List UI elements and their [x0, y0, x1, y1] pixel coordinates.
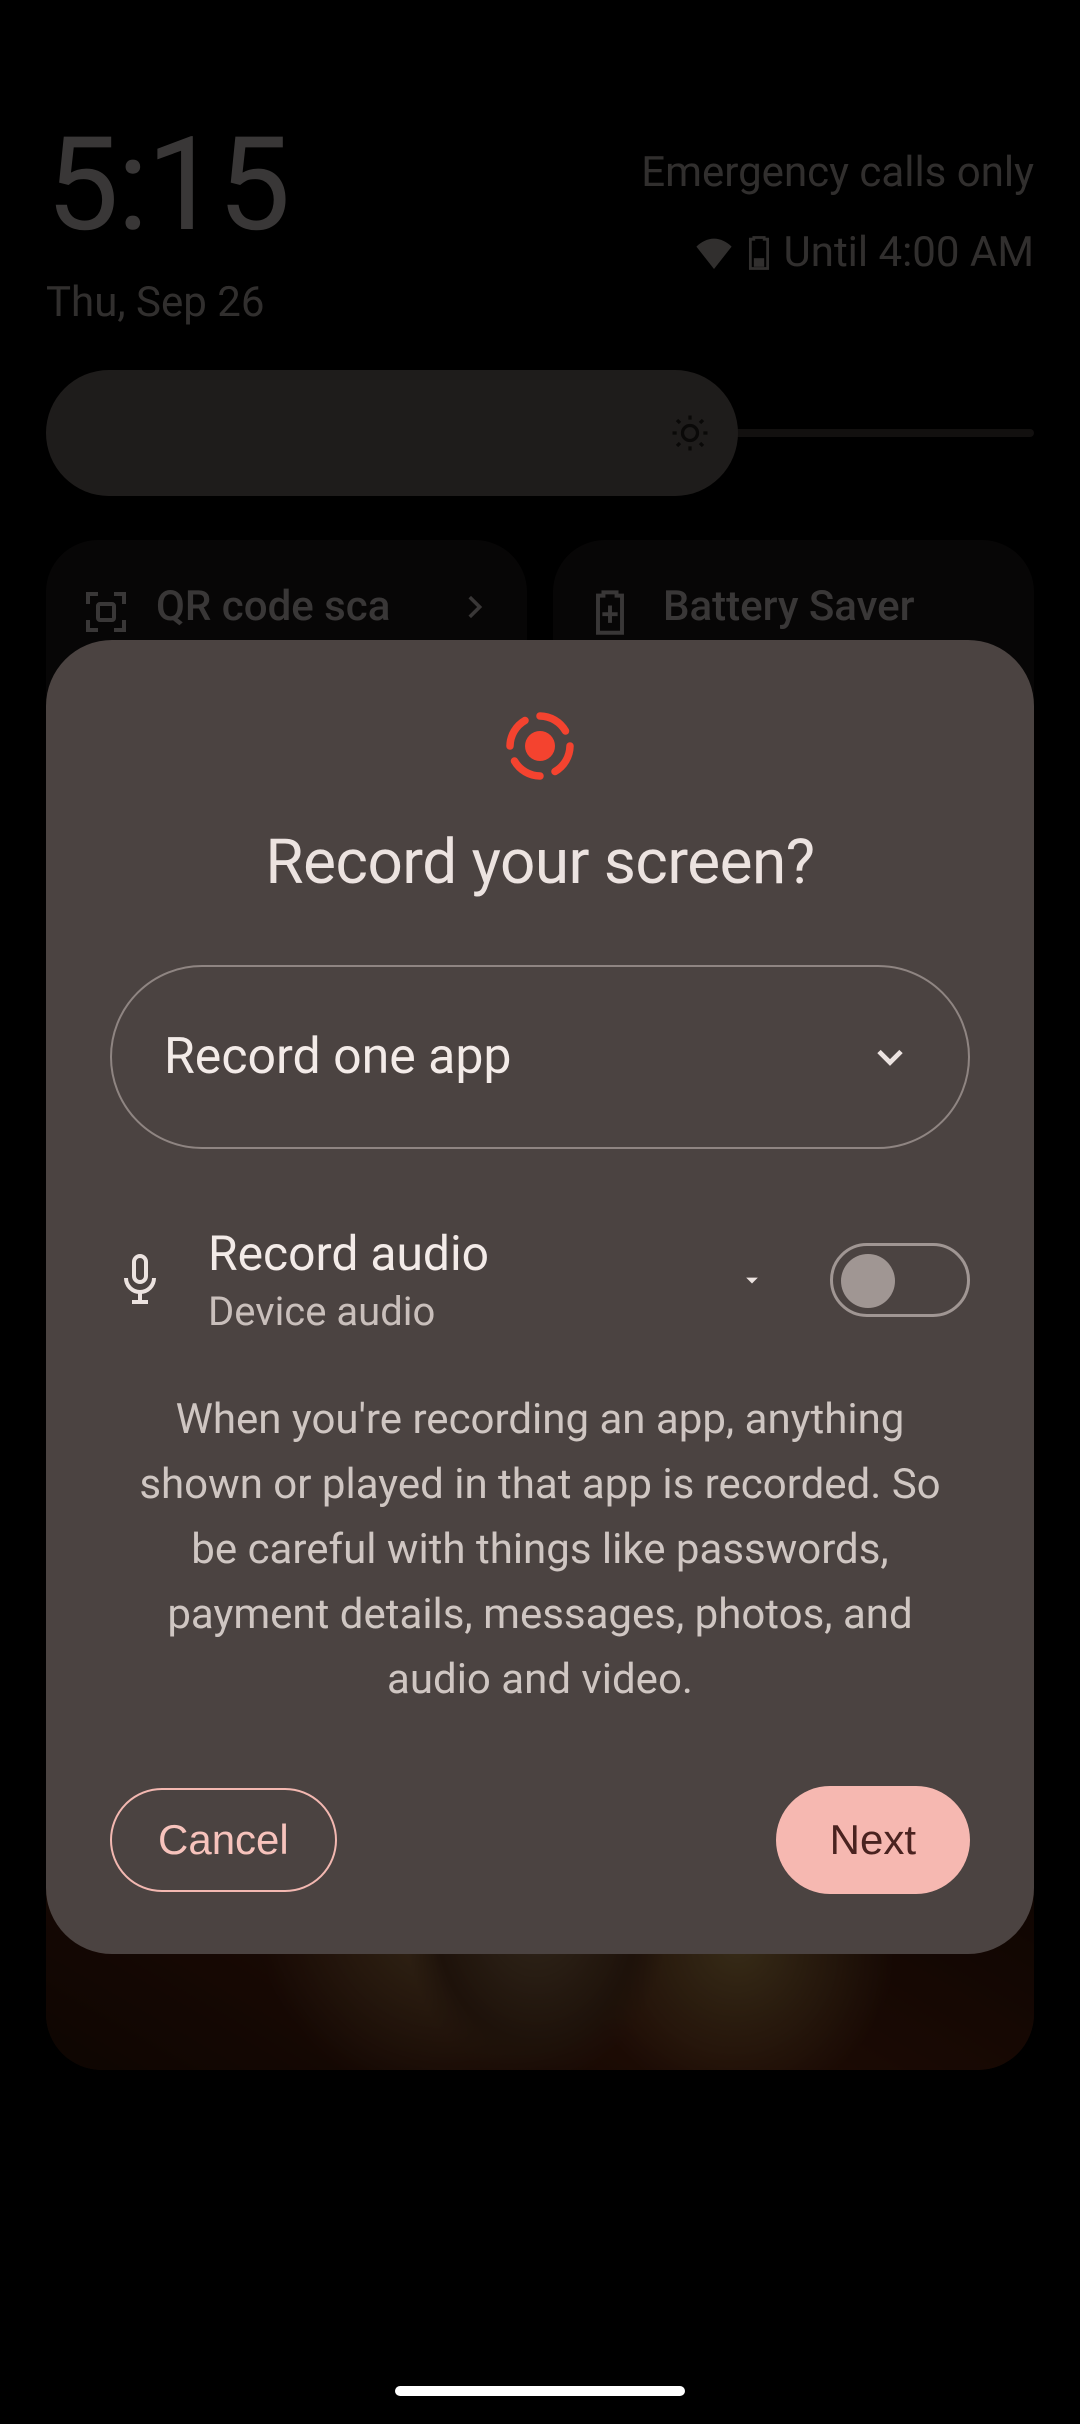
- record-icon: [110, 710, 970, 782]
- cancel-button[interactable]: Cancel: [110, 1788, 337, 1892]
- microphone-icon: [110, 1252, 170, 1308]
- audio-source-value: Device audio: [208, 1288, 694, 1335]
- next-button[interactable]: Next: [776, 1786, 970, 1894]
- audio-dropdown-caret[interactable]: [732, 1266, 772, 1294]
- record-mode-value: Record one app: [164, 1028, 512, 1086]
- privacy-warning: When you're recording an app, anything s…: [116, 1387, 964, 1712]
- record-audio-toggle[interactable]: [830, 1243, 970, 1317]
- record-mode-dropdown[interactable]: Record one app: [110, 965, 970, 1149]
- dialog-title: Record your screen?: [110, 826, 970, 899]
- chevron-down-icon: [868, 1035, 912, 1079]
- audio-title: Record audio: [208, 1225, 694, 1282]
- navigation-handle[interactable]: [395, 2386, 685, 2396]
- screen-record-dialog: Record your screen? Record one app Recor…: [46, 640, 1034, 1954]
- audio-source-selector[interactable]: Record audio Device audio: [208, 1225, 694, 1335]
